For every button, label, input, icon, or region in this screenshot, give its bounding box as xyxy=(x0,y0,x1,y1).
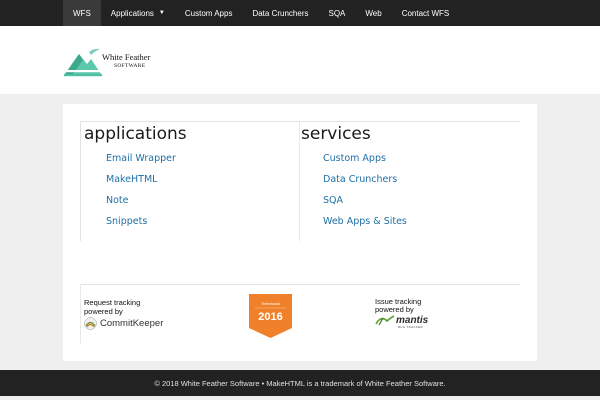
nav-menu: WFS Applications ▼ Custom Apps Data Crunc… xyxy=(0,0,600,26)
commitkeeper-wordmark: CommitKeeper xyxy=(100,318,164,329)
applications-section: applications Email Wrapper MakeHTML Note… xyxy=(84,124,187,237)
divider xyxy=(80,284,81,344)
link-snippets[interactable]: Snippets xyxy=(106,216,187,228)
applications-list: Email Wrapper MakeHTML Note Snippets xyxy=(84,153,187,228)
mantis-badge[interactable]: Issue tracking powered by mantis BUG TRA… xyxy=(375,298,445,330)
copyright-text: © 2018 White Feather Software • MakeHTML… xyxy=(154,378,446,388)
nav-item-wfs[interactable]: WFS xyxy=(63,0,101,26)
nav-item-web[interactable]: Web xyxy=(355,0,391,26)
white-feather-logo[interactable]: White Feather SOFTWARE xyxy=(63,46,163,80)
logo-wordmark: White Feather xyxy=(102,52,151,62)
main-content-panel: applications Email Wrapper MakeHTML Note… xyxy=(63,104,537,361)
nav-item-applications[interactable]: Applications ▼ xyxy=(101,0,175,26)
divider xyxy=(80,284,520,285)
divider xyxy=(80,121,520,122)
site-footer: © 2018 White Feather Software • MakeHTML… xyxy=(0,370,600,396)
site-header: White Feather SOFTWARE xyxy=(0,26,600,94)
link-custom-apps[interactable]: Custom Apps xyxy=(323,153,407,165)
services-section: services Custom Apps Data Crunchers SQA … xyxy=(301,124,407,237)
badge-text: powered by xyxy=(375,305,414,314)
applications-heading: applications xyxy=(84,124,187,144)
link-sqa[interactable]: SQA xyxy=(323,195,407,207)
award-badge[interactable]: ThreeAward 2016 xyxy=(249,294,292,338)
logo-subtitle: SOFTWARE xyxy=(114,63,146,69)
mantis-tagline: BUG TRACKER xyxy=(398,325,423,329)
link-makehtml[interactable]: MakeHTML xyxy=(106,174,187,186)
award-year: 2016 xyxy=(258,311,283,323)
commitkeeper-badge[interactable]: Request tracking powered by CommitKeeper xyxy=(84,298,184,330)
chevron-down-icon: ▼ xyxy=(158,10,165,16)
mantis-logo-icon xyxy=(375,315,395,326)
award-label: ThreeAward xyxy=(260,302,280,306)
nav-item-contact-wfs[interactable]: Contact WFS xyxy=(392,0,460,26)
nav-item-data-crunchers[interactable]: Data Crunchers xyxy=(242,0,318,26)
divider xyxy=(299,121,300,241)
divider xyxy=(80,121,81,241)
nav-item-sqa[interactable]: SQA xyxy=(318,0,355,26)
mountain-logo-icon xyxy=(64,48,102,77)
top-navigation-bar: WFS Applications ▼ Custom Apps Data Crunc… xyxy=(0,0,600,26)
nav-item-custom-apps[interactable]: Custom Apps xyxy=(175,0,243,26)
link-note[interactable]: Note xyxy=(106,195,187,207)
link-email-wrapper[interactable]: Email Wrapper xyxy=(106,153,187,165)
badge-text: powered by xyxy=(84,307,123,316)
commitkeeper-logo-icon xyxy=(84,317,97,330)
services-list: Custom Apps Data Crunchers SQA Web Apps … xyxy=(301,153,407,228)
link-web-apps-sites[interactable]: Web Apps & Sites xyxy=(323,216,407,228)
services-heading: services xyxy=(301,124,371,144)
link-data-crunchers[interactable]: Data Crunchers xyxy=(323,174,407,186)
badge-text: Request tracking xyxy=(84,298,141,307)
